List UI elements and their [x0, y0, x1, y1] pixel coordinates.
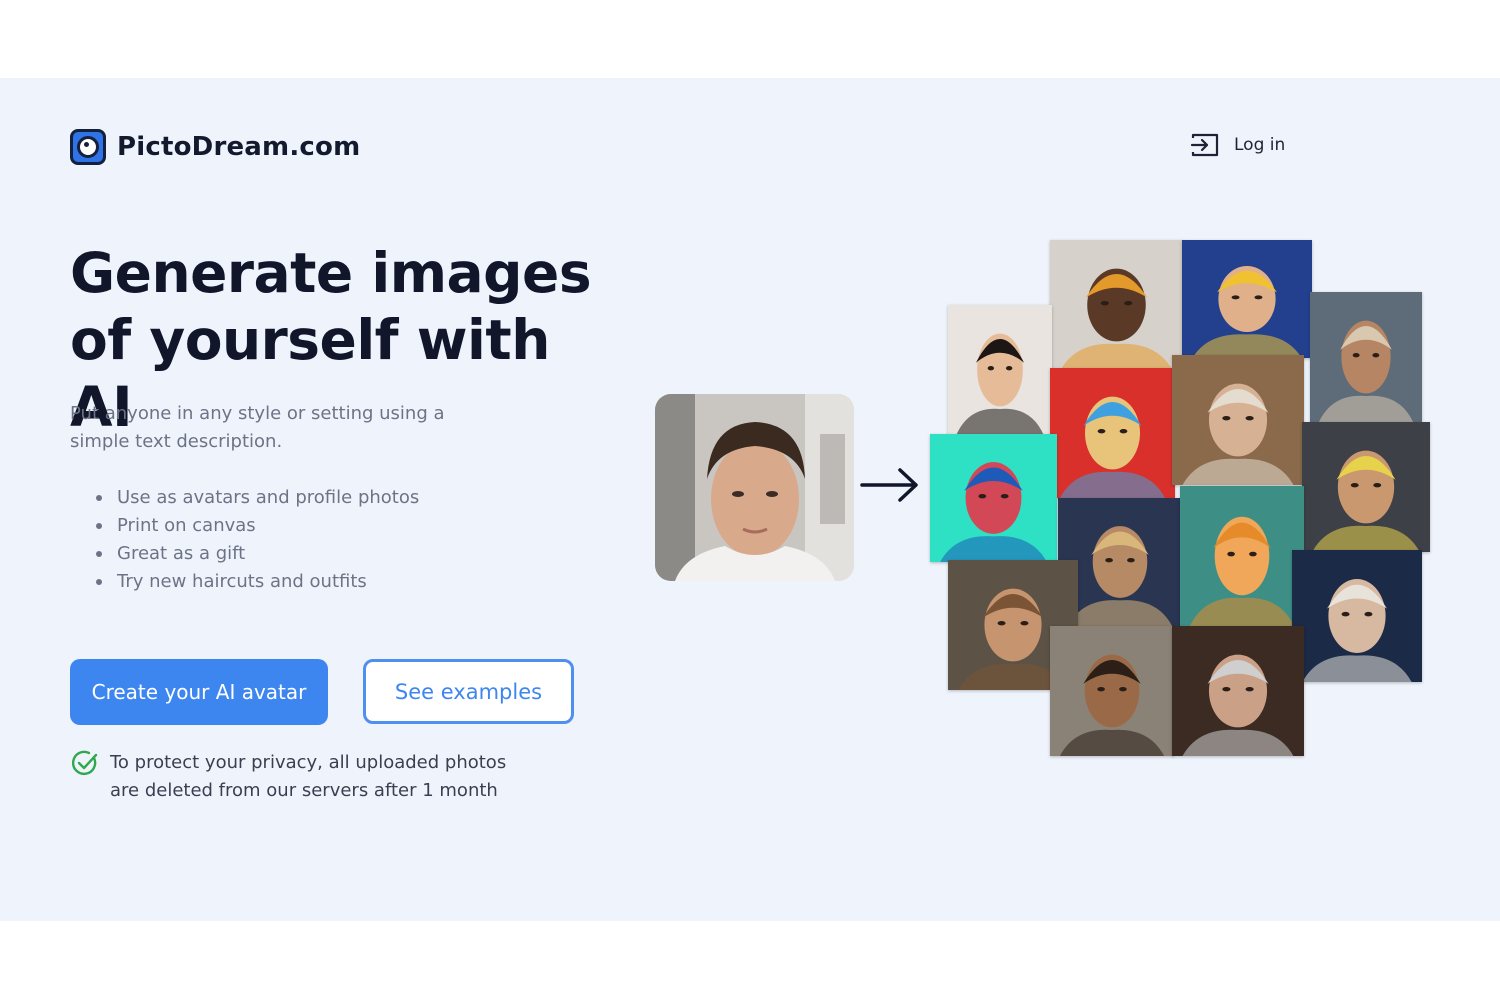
ai-portrait-tile — [1050, 368, 1175, 498]
benefits-list: Use as avatars and profile photos Print … — [96, 484, 419, 596]
ai-portrait-tile — [1180, 486, 1304, 626]
create-avatar-button[interactable]: Create your AI avatar — [70, 659, 328, 725]
arrow-right-icon — [860, 468, 918, 502]
hero-subtitle: Put anyone in any style or setting using… — [70, 403, 445, 452]
login-link[interactable]: Log in — [1190, 132, 1285, 158]
ai-portrait-tile — [1292, 550, 1422, 682]
benefit-text: Try new haircuts and outfits — [117, 571, 367, 592]
bullet-icon — [96, 523, 102, 529]
ai-portrait-tile — [1302, 422, 1430, 552]
list-item: Try new haircuts and outfits — [96, 568, 419, 596]
ai-portrait-tile — [1182, 240, 1312, 358]
ai-portrait-tile — [1172, 626, 1304, 756]
brand-name: PictoDream.com — [117, 132, 361, 162]
bullet-icon — [96, 495, 102, 501]
source-portrait-photo — [655, 394, 854, 581]
benefit-text: Great as a gift — [117, 543, 246, 564]
ai-portrait-tile — [1310, 292, 1422, 422]
privacy-note: To protect your privacy, all uploaded ph… — [72, 749, 540, 805]
check-circle-icon — [72, 750, 98, 776]
bullet-icon — [96, 579, 102, 585]
landing-page: PictoDream.com Log in Generate images of… — [0, 0, 1500, 1000]
list-item: Great as a gift — [96, 540, 419, 568]
ai-portrait-tile — [1172, 355, 1304, 485]
ai-portrait-tile — [1050, 240, 1183, 370]
list-item: Use as avatars and profile photos — [96, 484, 419, 512]
see-examples-button[interactable]: See examples — [363, 659, 574, 724]
camera-lens-logo-icon — [70, 129, 106, 165]
ai-portrait-tile — [948, 305, 1052, 435]
privacy-text: To protect your privacy, all uploaded ph… — [110, 752, 507, 801]
benefit-text: Use as avatars and profile photos — [117, 487, 420, 508]
ai-portrait-tile — [930, 434, 1057, 562]
bullet-icon — [96, 551, 102, 557]
login-label: Log in — [1234, 135, 1286, 155]
brand-logo[interactable]: PictoDream.com — [70, 129, 360, 165]
ai-portrait-tile — [1050, 626, 1174, 756]
benefit-text: Print on canvas — [117, 515, 256, 536]
list-item: Print on canvas — [96, 512, 419, 540]
login-icon — [1190, 133, 1219, 157]
